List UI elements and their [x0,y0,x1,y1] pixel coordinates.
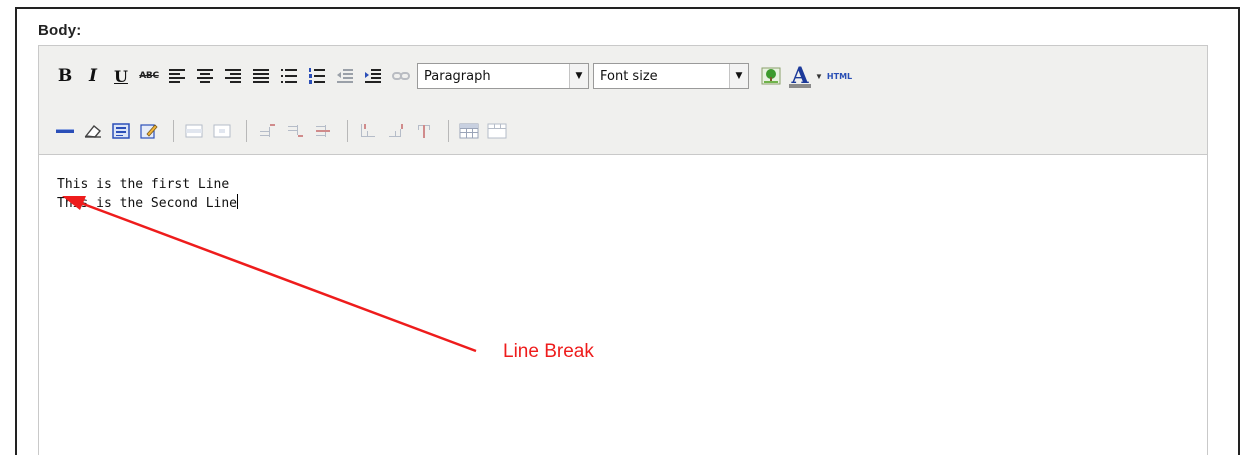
annotation-layer [62,196,477,353]
annotation-arrow-shaft [77,200,477,353]
annotation-arrow-head [62,196,86,210]
annotation-label: Line Break [503,341,594,362]
